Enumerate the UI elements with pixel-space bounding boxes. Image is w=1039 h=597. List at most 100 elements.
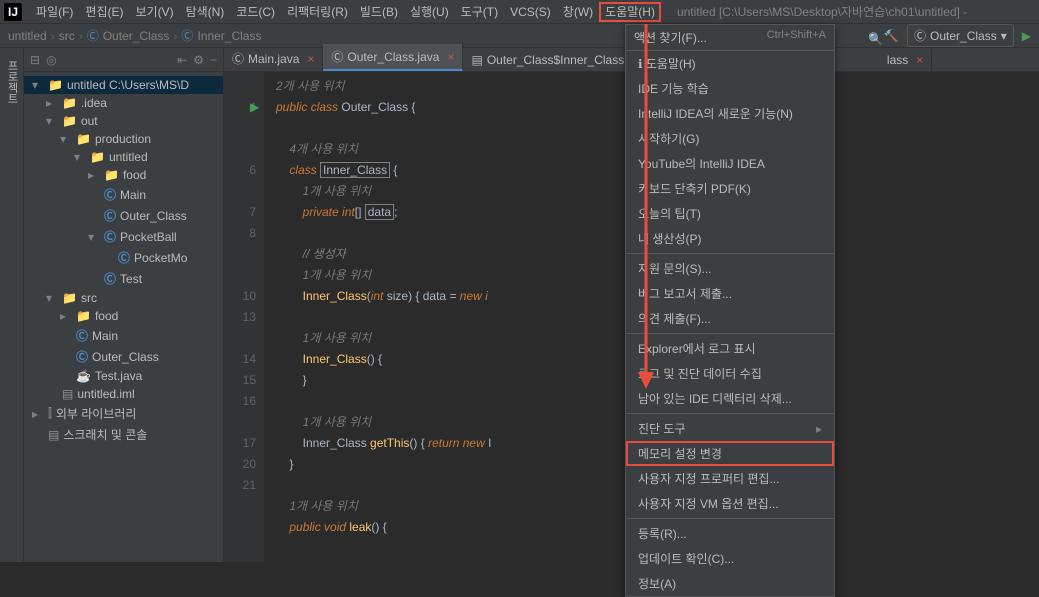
help-menu-item[interactable]: YouTube의 IntelliJ IDEA xyxy=(626,151,834,176)
help-menu-item[interactable]: 진단 도구▸ xyxy=(626,416,834,441)
class-icon: Ⓒ xyxy=(181,27,193,44)
chevron-icon[interactable]: ▾ xyxy=(88,230,100,244)
help-menu-item[interactable]: ℹ 도움말(H) xyxy=(626,51,834,76)
tree-item[interactable]: ⒸPocketMo xyxy=(24,247,223,268)
menu-item[interactable]: 탐색(N) xyxy=(180,2,231,22)
chevron-icon[interactable]: ▾ xyxy=(32,78,44,92)
search-icon[interactable]: 🔍 xyxy=(868,32,883,46)
close-icon[interactable]: × xyxy=(447,50,454,64)
chevron-icon[interactable]: ▾ xyxy=(46,291,58,305)
menu-item[interactable]: 파일(F) xyxy=(30,2,79,22)
help-menu-item[interactable]: 의견 제출(F)... xyxy=(626,306,834,331)
build-icon[interactable]: 🔨 xyxy=(883,28,899,44)
tree-item[interactable]: ▤스크래치 및 콘솔 xyxy=(24,424,223,445)
close-icon[interactable]: × xyxy=(307,52,314,66)
help-menu-item[interactable]: 내 생산성(P) xyxy=(626,226,834,251)
tree-item[interactable]: ⒸMain xyxy=(24,184,223,205)
tree-item[interactable]: ▸📁.idea xyxy=(24,94,223,112)
help-menu-item[interactable]: IDE 기능 학습 xyxy=(626,76,834,101)
close-icon[interactable]: × xyxy=(916,53,923,67)
project-tree[interactable]: ▾📁untitled C:\Users\MS\D▸📁.idea▾📁out▾📁pr… xyxy=(24,72,223,449)
menu-item[interactable]: 창(W) xyxy=(557,2,599,22)
menu-item[interactable]: 빌드(B) xyxy=(354,2,404,22)
run-icon[interactable]: ▶ xyxy=(1022,29,1031,43)
scratch-icon: ▤ xyxy=(48,428,59,442)
menu-item[interactable]: 보기(V) xyxy=(129,2,179,22)
help-menu-item[interactable]: 등록(R)... xyxy=(626,521,834,546)
chevron-icon[interactable]: ▸ xyxy=(60,309,72,323)
help-menu-item[interactable]: IntelliJ IDEA의 새로운 기능(N) xyxy=(626,101,834,126)
chevron-icon[interactable]: ▾ xyxy=(74,150,86,164)
menu-item[interactable]: 편집(E) xyxy=(79,2,129,22)
tree-item[interactable]: ⒸOuter_Class xyxy=(24,205,223,226)
tree-item[interactable]: ▸⫿외부 라이브러리 xyxy=(24,403,223,424)
tree-item[interactable]: ⒸTest xyxy=(24,268,223,289)
hide-icon[interactable]: − xyxy=(210,53,217,67)
shortcut-label: Ctrl+Shift+A xyxy=(767,29,826,46)
breadcrumb[interactable]: untitled › src › Ⓒ Outer_Class › Ⓒ Inner… xyxy=(8,27,261,44)
help-menu-item[interactable]: 정보(A) xyxy=(626,571,834,596)
help-menu-item[interactable]: 남아 있는 IDE 디렉터리 삭제... xyxy=(626,386,834,411)
tree-item[interactable]: ⒸMain xyxy=(24,325,223,346)
chevron-icon[interactable]: ▸ xyxy=(88,168,100,182)
chevron-icon[interactable]: ▸ xyxy=(46,96,58,110)
help-menu-item[interactable]: Explorer에서 로그 표시 xyxy=(626,336,834,361)
menu-item[interactable]: VCS(S) xyxy=(504,2,557,22)
editor-tab[interactable]: lass× xyxy=(879,49,932,71)
menu-item-label: 로그 및 진단 데이터 수집 xyxy=(638,365,762,382)
breadcrumb-item[interactable]: Inner_Class xyxy=(197,29,261,43)
help-menu-item[interactable]: 키보드 단축키 PDF(K) xyxy=(626,176,834,201)
run-config-selector[interactable]: Ⓒ Outer_Class ▾ xyxy=(907,24,1014,47)
folder-src-icon: 📁 xyxy=(62,291,77,305)
tree-item[interactable]: ▾📁untitled C:\Users\MS\D xyxy=(24,76,223,94)
tree-item[interactable]: ▾📁production xyxy=(24,130,223,148)
menu-item-label: YouTube의 IntelliJ IDEA xyxy=(638,155,765,172)
tree-item[interactable]: ▾📁out xyxy=(24,112,223,130)
breadcrumb-item[interactable]: src xyxy=(59,29,75,43)
folder-root-icon: 📁 xyxy=(48,78,63,92)
collapse-icon[interactable]: ⇤ xyxy=(177,53,187,67)
tree-item[interactable]: ▾📁src xyxy=(24,289,223,307)
help-menu-item[interactable]: 지원 문의(S)... xyxy=(626,256,834,281)
help-menu-item[interactable]: 사용자 지정 VM 옵션 편집... xyxy=(626,491,834,516)
tree-item[interactable]: ⒸOuter_Class xyxy=(24,346,223,367)
breadcrumb-item[interactable]: untitled xyxy=(8,29,47,43)
menu-item[interactable]: 리팩터링(R) xyxy=(281,2,354,22)
help-menu-item[interactable]: 로그 및 진단 데이터 수집 xyxy=(626,361,834,386)
menu-item[interactable]: 코드(C) xyxy=(230,2,281,22)
menu-item-label: 사용자 지정 VM 옵션 편집... xyxy=(638,495,779,512)
help-menu-item[interactable]: 메모리 설정 변경 xyxy=(626,441,834,466)
settings-icon[interactable]: ⚙ xyxy=(193,53,204,67)
tree-item-label: Outer_Class xyxy=(92,350,159,364)
tree-item[interactable]: ▤untitled.iml xyxy=(24,385,223,403)
breadcrumb-item[interactable]: Outer_Class xyxy=(103,29,170,43)
help-menu-item[interactable]: 시작하기(G) xyxy=(626,126,834,151)
expand-all-icon[interactable]: ⊟ xyxy=(30,53,40,67)
tree-item[interactable]: ☕Test.java xyxy=(24,367,223,385)
chevron-icon[interactable]: ▾ xyxy=(60,132,72,146)
chevron-icon[interactable]: ▸ xyxy=(32,407,44,421)
help-menu-item[interactable]: 오늘의 팁(T) xyxy=(626,201,834,226)
help-menu-item[interactable]: 업데이트 확인(C)... xyxy=(626,546,834,571)
project-tool-tab[interactable]: 프로젝트 xyxy=(0,52,23,112)
class-icon: Ⓒ xyxy=(118,249,130,266)
menu-item[interactable]: 도구(T) xyxy=(455,2,504,22)
target-icon[interactable]: ◎ xyxy=(46,53,56,67)
editor-tab[interactable]: ⒸMain.java× xyxy=(224,46,323,71)
folder-orange-icon: 📁 xyxy=(76,132,91,146)
menu-item-label: 진단 도구 xyxy=(638,420,686,437)
menu-item[interactable]: 도움말(H) xyxy=(599,2,661,22)
tree-item[interactable]: ▸📁food xyxy=(24,307,223,325)
menu-separator xyxy=(626,413,834,414)
menu-item[interactable]: 실행(U) xyxy=(404,2,455,22)
editor-tab[interactable]: ⒸOuter_Class.java× xyxy=(323,44,463,71)
menu-search-action[interactable]: 액션 찾기(F)... Ctrl+Shift+A xyxy=(626,25,834,51)
left-gutter: 프로젝트 xyxy=(0,48,24,562)
chevron-icon[interactable]: ▾ xyxy=(46,114,58,128)
tree-item[interactable]: ▾📁untitled xyxy=(24,148,223,166)
tree-item[interactable]: ▸📁food xyxy=(24,166,223,184)
tree-item[interactable]: ▾ⒸPocketBall xyxy=(24,226,223,247)
class-icon: Ⓒ xyxy=(104,270,116,287)
help-menu-item[interactable]: 사용자 지정 프로퍼티 편집... xyxy=(626,466,834,491)
help-menu-item[interactable]: 버그 보고서 제출... xyxy=(626,281,834,306)
